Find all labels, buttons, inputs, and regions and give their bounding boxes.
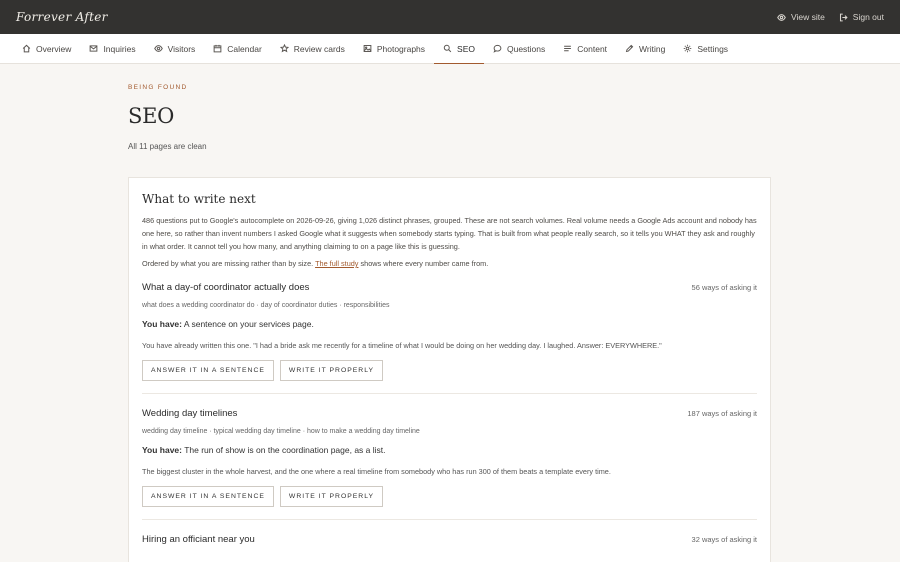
top-bar: Forrever After View site Sign out <box>0 0 900 34</box>
home-icon <box>22 44 31 53</box>
tab-label: Photographs <box>376 43 426 54</box>
have-text: A sentence on your services page. <box>183 319 314 329</box>
gear-icon <box>684 44 692 53</box>
topic-note: The biggest cluster in the whole harvest… <box>142 467 611 476</box>
tab-label: Review cards <box>293 43 345 54</box>
eye-icon <box>153 45 163 52</box>
chat-icon <box>493 44 502 53</box>
topic-note: You have already written this one. "I ha… <box>142 341 662 350</box>
tab-label: SEO <box>457 43 475 54</box>
tab-calendar[interactable]: Calendar <box>204 34 271 63</box>
tab-content[interactable]: Content <box>554 34 616 63</box>
tab-photographs[interactable]: Photographs <box>354 34 434 63</box>
section-eyebrow: Being found <box>128 84 188 91</box>
ordering-text-tail: shows where every number came from. <box>360 259 489 268</box>
page-status: All 11 pages are clean <box>128 142 207 151</box>
have-label: You have: <box>142 319 182 329</box>
mail-icon <box>90 45 98 52</box>
topic-have: You have: The run of show is on the coor… <box>142 445 757 455</box>
tab-visitors[interactable]: Visitors <box>145 34 205 63</box>
topic-phrases: wedding day timeline · typical wedding d… <box>142 428 420 435</box>
calendar-icon <box>213 44 222 53</box>
lines-icon <box>564 45 572 52</box>
tab-overview[interactable]: Overview <box>22 34 80 63</box>
topic-have: You have: A sentence on your services pa… <box>142 319 757 329</box>
tab-label: Settings <box>697 43 729 54</box>
topic-item: Hiring an officiant near you 32 ways of … <box>142 520 757 557</box>
tab-seo[interactable]: SEO <box>434 34 484 64</box>
tab-label: Questions <box>506 43 546 54</box>
main-content: Being found SEO All 11 pages are clean W… <box>128 84 771 562</box>
answer-in-sentence-button[interactable]: Answer it in a sentence <box>142 360 274 381</box>
write-properly-button[interactable]: Write it properly <box>279 486 384 507</box>
topic-phrases: what does a wedding coordinator do · day… <box>142 302 390 309</box>
have-text: The run of show is on the coordination p… <box>184 445 386 455</box>
have-label: You have: <box>142 445 182 455</box>
image-icon <box>363 45 372 52</box>
full-study-link[interactable]: The full study <box>315 259 358 268</box>
sign-out-icon <box>839 13 848 21</box>
topic-item: What a day-of coordinator actually does … <box>142 268 757 394</box>
tab-writing[interactable]: Writing <box>616 34 674 63</box>
tab-label: Writing <box>639 43 666 54</box>
tab-label: Overview <box>36 43 72 54</box>
topic-count: 32 ways of asking it <box>691 535 757 544</box>
write-properly-button[interactable]: Write it properly <box>279 360 384 381</box>
card-intro: 486 questions put to Google's autocomple… <box>142 216 757 251</box>
topic-title: Wedding day timelines <box>142 408 238 419</box>
card-ordering-note: Ordered by what you are missing rather t… <box>142 259 757 268</box>
tab-review-cards[interactable]: Review cards <box>271 34 354 63</box>
ordering-text: Ordered by what you are missing rather t… <box>142 259 314 268</box>
sign-out-link[interactable]: Sign out <box>839 12 884 22</box>
tab-label: Inquiries <box>103 43 136 54</box>
page-title: SEO <box>128 104 175 128</box>
view-site-link[interactable]: View site <box>777 12 825 22</box>
main-nav: Overview Inquiries Visitors Calendar Rev… <box>0 34 900 64</box>
tab-inquiries[interactable]: Inquiries <box>80 34 144 63</box>
star-icon <box>279 44 289 53</box>
card-title: What to write next <box>142 192 256 206</box>
tab-label: Visitors <box>167 43 196 54</box>
tab-label: Content <box>577 43 608 54</box>
brand-logo[interactable]: Forrever After <box>16 10 108 24</box>
tab-questions[interactable]: Questions <box>484 34 554 63</box>
topic-title: What a day-of coordinator actually does <box>142 282 310 293</box>
tab-label: Calendar <box>227 43 262 54</box>
answer-in-sentence-button[interactable]: Answer it in a sentence <box>142 486 274 507</box>
search-icon <box>443 44 452 53</box>
topic-count: 56 ways of asking it <box>691 283 757 292</box>
topic-item: Wedding day timelines 187 ways of asking… <box>142 394 757 520</box>
tab-settings[interactable]: Settings <box>674 34 737 63</box>
eye-icon <box>777 13 786 21</box>
top-actions: View site Sign out <box>777 12 884 22</box>
what-to-write-card: What to write next 486 questions put to … <box>128 177 771 562</box>
topic-count: 187 ways of asking it <box>687 409 757 418</box>
view-site-label: View site <box>790 12 825 22</box>
pen-icon <box>625 44 634 53</box>
sign-out-label: Sign out <box>852 12 884 22</box>
topic-title: Hiring an officiant near you <box>142 534 255 545</box>
